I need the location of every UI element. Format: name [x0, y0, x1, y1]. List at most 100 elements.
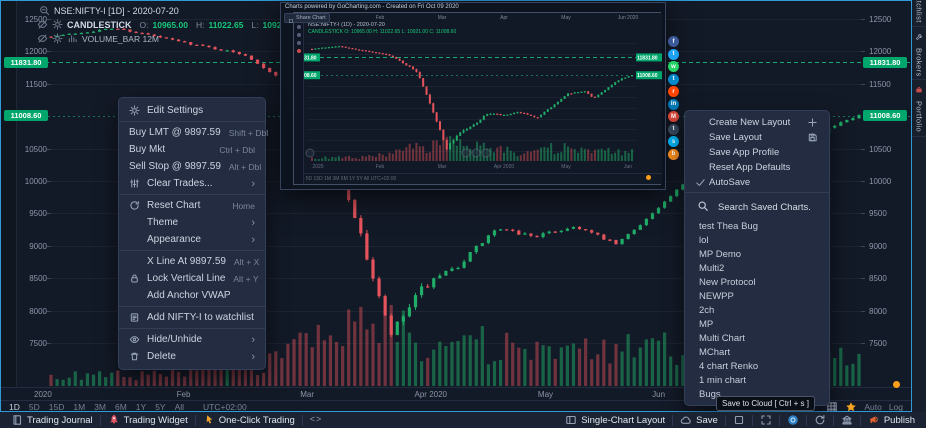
square-button[interactable] [726, 412, 752, 428]
trading-widget-button[interactable]: Trading Widget [101, 412, 195, 428]
save-button[interactable]: Save [673, 412, 725, 428]
book-icon [11, 414, 23, 426]
timeframe-6m[interactable]: 6M [115, 402, 127, 412]
saved-chart-lol[interactable]: lol [685, 233, 829, 247]
mini-date: Feb [376, 15, 385, 21]
timezone-label[interactable]: UTC+02:00 [203, 402, 247, 412]
zoom-out-icon[interactable] [39, 5, 50, 16]
share-facebook-icon[interactable]: f [668, 36, 679, 47]
publish-button[interactable]: Publish [861, 412, 922, 428]
saved-chart-multi2[interactable]: Multi2 [685, 261, 829, 275]
save-tooltip: Save to Cloud [ Ctrl + s ] [716, 396, 815, 411]
preview-caption: Charts powered by GoCharting.com - Creat… [285, 4, 459, 10]
mini-date: Jun 2020 [618, 15, 639, 21]
code-button[interactable]: <> [303, 412, 329, 428]
price-label-pill: 11008.60 [4, 110, 48, 121]
share-skype-icon[interactable]: s [668, 136, 679, 147]
auto-scale-toggle[interactable]: Auto [864, 402, 882, 412]
mini-notification-dot [646, 175, 651, 180]
menu-item-label: Delete [147, 351, 243, 362]
eye-slash-icon[interactable] [37, 33, 48, 44]
mini-date: Jun [624, 164, 632, 170]
one-click-trading-button[interactable]: One-Click Trading [196, 412, 302, 428]
mini-chart: 2020FebMarAprMayJun 2020 2020FebMarApr 2… [293, 12, 661, 185]
menu-item-x-line-at-9897-59[interactable]: X Line At 9897.59Alt + X [119, 253, 265, 270]
button-label: Publish [884, 415, 915, 426]
chart-context-menu: Edit Settings Buy LMT @ 9897.59Shift + Db… [118, 97, 266, 370]
expand-button[interactable] [753, 412, 779, 428]
sidebar-tab-portfolio[interactable]: Portfolio [912, 80, 926, 136]
menu-item-sell-stop-9897-59[interactable]: Sell Stop @ 9897.59Alt + Dbl [119, 158, 265, 175]
saved-chart-new-protocol[interactable]: New Protocol [685, 275, 829, 289]
share-whatsapp-icon[interactable]: w [668, 61, 679, 72]
timeframe-all[interactable]: All [175, 402, 184, 412]
share-buffer-icon[interactable]: b [668, 149, 679, 160]
timeframe-1d[interactable]: 1D [9, 402, 20, 412]
sidebar-tab-watchlist[interactable]: Watchlist [912, 0, 926, 27]
menu-item-reset-chart[interactable]: Reset ChartHome [119, 197, 265, 214]
menu-item-add-nifty-i-to-watchlist[interactable]: Add NIFTY-I to watchlist [119, 309, 265, 326]
volume-bars-icon [67, 33, 78, 44]
price-tick: 11500 [19, 80, 47, 89]
menu-shortcut: Alt + Y [233, 274, 258, 284]
sidebar-tab-brokers[interactable]: Brokers [912, 27, 926, 81]
share-chart-preview[interactable]: Charts powered by GoCharting.com - Creat… [280, 2, 666, 190]
bank-button[interactable] [834, 412, 860, 428]
menu-item-appearance[interactable]: Appearance› [119, 231, 265, 248]
saved-chart-4-chart-renko[interactable]: 4 chart Renko [685, 359, 829, 373]
trading-journal-button[interactable]: Trading Journal [4, 412, 100, 428]
saved-chart-mp-demo[interactable]: MP Demo [685, 247, 829, 261]
gear-icon[interactable] [52, 33, 63, 44]
saved-chart-multi-chart[interactable]: Multi Chart [685, 331, 829, 345]
saved-chart-2ch[interactable]: 2ch [685, 303, 829, 317]
timeframe-15d[interactable]: 15D [49, 402, 65, 412]
timeframe-5y[interactable]: 5Y [155, 402, 165, 412]
menu-item-delete[interactable]: Delete › [119, 348, 265, 365]
timeframe-3m[interactable]: 3M [94, 402, 106, 412]
gear-icon[interactable] [52, 19, 63, 30]
menu-item-lock-vertical-line[interactable]: Lock Vertical LineAlt + Y [119, 270, 265, 287]
share-tumblr-icon[interactable]: t [668, 124, 679, 135]
menu-item-theme[interactable]: Theme› [119, 214, 265, 231]
camera-button[interactable] [780, 412, 806, 428]
timeframe-1y[interactable]: 1Y [136, 402, 146, 412]
menu-item-buy-mkt[interactable]: Buy MktCtrl + Dbl [119, 141, 265, 158]
share-telegram-icon[interactable]: t [668, 74, 679, 85]
check-icon [695, 177, 709, 188]
search-saved-charts[interactable]: Search Saved Charts. [685, 195, 829, 219]
refresh-button[interactable] [807, 412, 833, 428]
mini-timeframe-bar: 1D 5D 15D 1M 3M 6M 1Y 5Y All UTC+02:00 [296, 173, 662, 182]
share-chart-tab[interactable]: Share Chart [284, 13, 330, 23]
menu-item-add-anchor-vwap[interactable]: Add Anchor VWAP [119, 287, 265, 304]
saved-chart-1-min-chart[interactable]: 1 min chart [685, 373, 829, 387]
menu-item-clear-trades[interactable]: Clear Trades...› [119, 175, 265, 192]
timeframe-1m[interactable]: 1M [73, 402, 85, 412]
menu-item-edit-settings[interactable]: Edit Settings [119, 102, 265, 119]
menu-item-autosave[interactable]: AutoSave [685, 175, 829, 190]
saved-chart-mchart[interactable]: MChart [685, 345, 829, 359]
menu-item-save-layout[interactable]: Save Layout [685, 130, 829, 145]
chevron-right-icon: › [251, 352, 255, 362]
eye-slash-icon[interactable] [37, 19, 48, 30]
share-gmail-icon[interactable]: M [668, 111, 679, 122]
log-scale-toggle[interactable]: Log [889, 402, 903, 412]
lock-icon [129, 273, 147, 284]
saved-chart-test-thea-bug[interactable]: test Thea Bug [685, 219, 829, 233]
share-twitter-icon[interactable]: t [668, 49, 679, 60]
menu-item-create-new-layout[interactable]: Create New Layout [685, 115, 829, 130]
saved-chart-newpp[interactable]: NEWPP [685, 289, 829, 303]
mini-date: Apr [500, 15, 508, 21]
star-icon[interactable] [845, 401, 857, 413]
menu-item-reset-app-defaults[interactable]: Reset App Defaults [685, 160, 829, 175]
menu-item-label: Create New Layout [709, 117, 807, 128]
menu-item-save-app-profile[interactable]: Save App Profile [685, 145, 829, 160]
menu-item-hide-unhide[interactable]: Hide/Unhide› [119, 331, 265, 348]
share-linkedin-icon[interactable]: in [668, 99, 679, 110]
time-tick: 2020 [34, 390, 52, 399]
timeframe-5d[interactable]: 5D [29, 402, 40, 412]
single-chart-layout-button[interactable]: Single-Chart Layout [558, 412, 672, 428]
menu-item-buy-lmt-9897-59[interactable]: Buy LMT @ 9897.59Shift + Dbl [119, 124, 265, 141]
saved-chart-mp[interactable]: MP [685, 317, 829, 331]
share-reddit-icon[interactable]: r [668, 86, 679, 97]
price-tick: 11500 [869, 80, 891, 89]
